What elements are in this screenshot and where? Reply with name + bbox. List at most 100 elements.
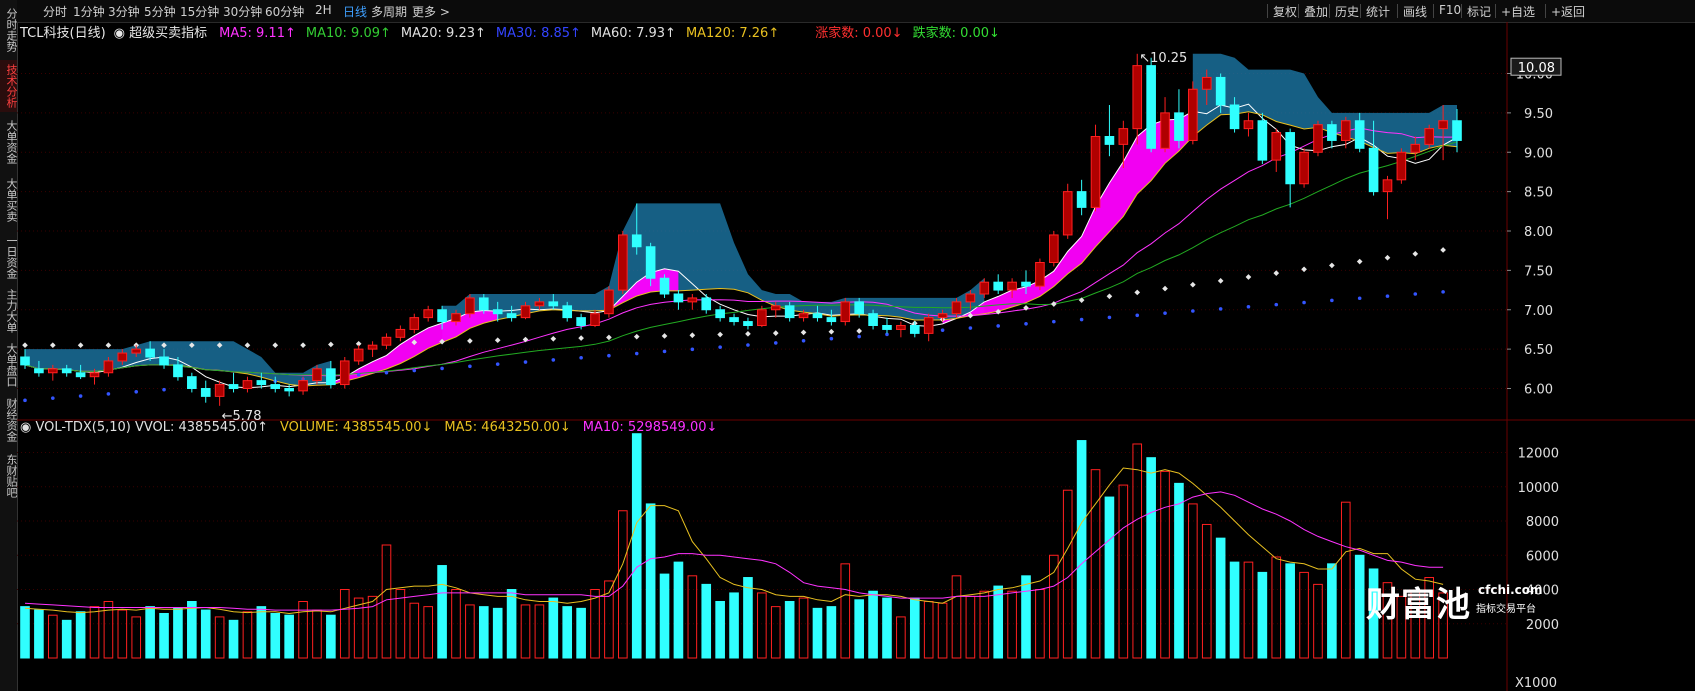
candle-body bbox=[1382, 179, 1393, 193]
support-dot-white bbox=[494, 337, 501, 344]
tool-1[interactable]: 叠加 bbox=[1304, 3, 1328, 20]
volume-legend: ◉ VOL-TDX(5,10) VVOL: 4385545.00↑ VOLUME:… bbox=[20, 420, 729, 435]
support-dot-white bbox=[550, 335, 557, 342]
vol-tick-label: 8000 bbox=[1526, 515, 1559, 530]
candle-body bbox=[1021, 281, 1031, 287]
volume-bar bbox=[506, 589, 517, 659]
period-8[interactable]: 日线 bbox=[343, 3, 367, 20]
candle-body bbox=[701, 297, 712, 311]
volume-bar bbox=[882, 597, 892, 659]
volume-bar bbox=[145, 606, 155, 659]
vol-legend-item-0: ◉ VOL-TDX(5,10) VVOL: 4385545.00↑ bbox=[20, 420, 268, 435]
support-dot-blue bbox=[1163, 311, 1167, 315]
support-dot-blue bbox=[523, 360, 528, 364]
legend-item-7: 跌家数: 0.00↓ bbox=[912, 26, 1000, 41]
period-5[interactable]: 30分钟 bbox=[223, 3, 262, 20]
tool-2[interactable]: 历史 bbox=[1335, 3, 1359, 20]
tool-5[interactable]: F10 bbox=[1439, 3, 1461, 17]
period-3[interactable]: 5分钟 bbox=[144, 3, 176, 20]
support-dot-blue bbox=[440, 366, 444, 371]
candle-body bbox=[1299, 151, 1309, 185]
support-dot-blue bbox=[607, 353, 611, 358]
period-1[interactable]: 1分钟 bbox=[73, 3, 105, 20]
main-legend: TCL科技(日线) ◉ 超级买卖指标 MA5: 9.11↑ MA10: 9.09↑ MA… bbox=[20, 22, 1010, 41]
volume-bar bbox=[951, 575, 962, 659]
support-dot-white bbox=[689, 332, 696, 339]
support-dot-white bbox=[1245, 274, 1252, 280]
tool-8[interactable]: +返回 bbox=[1551, 3, 1585, 20]
support-dot-blue bbox=[718, 345, 722, 349]
period-7[interactable]: 2H bbox=[315, 3, 332, 17]
volume-bar bbox=[1035, 589, 1045, 659]
price-tick-label: 7.50 bbox=[1524, 264, 1553, 279]
support-dot-blue bbox=[857, 334, 861, 339]
candle-body bbox=[492, 309, 503, 315]
candle-body bbox=[159, 356, 169, 366]
tool-3[interactable]: 统计 bbox=[1366, 3, 1390, 20]
left-tab-0[interactable]: 分时走势 bbox=[0, 4, 18, 56]
candle-body bbox=[659, 277, 670, 295]
candle-body bbox=[1229, 104, 1240, 130]
support-dot-white bbox=[1162, 285, 1168, 292]
support-dot-blue bbox=[1135, 313, 1140, 318]
candle-body bbox=[339, 360, 350, 386]
period-10[interactable]: 更多 > bbox=[412, 3, 450, 20]
volume-bar bbox=[1021, 575, 1031, 659]
left-tab-4[interactable]: 一日资金 bbox=[0, 232, 18, 282]
volume-bar bbox=[326, 614, 336, 659]
ma20-line bbox=[24, 127, 1457, 377]
vol-legend-item-2: MA5: 4643250.00↓ bbox=[444, 420, 571, 435]
candle-body bbox=[1257, 120, 1268, 161]
left-tab-1[interactable]: 技术分析 bbox=[0, 60, 18, 112]
volume-bar bbox=[1090, 469, 1101, 659]
candle-body bbox=[20, 356, 30, 366]
support-dot-white bbox=[1106, 293, 1113, 300]
volume-bar bbox=[937, 602, 948, 659]
candle-body bbox=[770, 305, 781, 311]
volume-bar bbox=[20, 606, 30, 659]
tool-6[interactable]: 标记 bbox=[1467, 3, 1491, 20]
left-tab-6[interactable]: 大单盘口 bbox=[0, 340, 18, 390]
left-tab-3[interactable]: 大单买卖 bbox=[0, 172, 18, 228]
candle-body bbox=[256, 380, 267, 386]
support-dot-blue bbox=[1385, 294, 1390, 298]
period-4[interactable]: 15分钟 bbox=[180, 3, 219, 20]
candle-body bbox=[548, 301, 559, 307]
candle-body bbox=[437, 309, 447, 323]
tool-separator bbox=[1267, 4, 1268, 18]
tool-7[interactable]: +自选 bbox=[1501, 3, 1535, 20]
volume-bar bbox=[1188, 503, 1198, 659]
volume-bar bbox=[312, 609, 322, 659]
candle-body bbox=[423, 309, 433, 319]
left-tab-5[interactable]: 主力大单 bbox=[0, 286, 18, 336]
support-dot-blue bbox=[134, 390, 139, 394]
candle-body bbox=[61, 368, 72, 374]
left-tab-2[interactable]: 大单资金 bbox=[0, 116, 18, 168]
indicator-name[interactable]: ◉ 超级买卖指标 bbox=[114, 26, 207, 41]
support-dot-white bbox=[105, 342, 112, 349]
support-dot-white bbox=[272, 342, 279, 349]
support-dot-blue bbox=[1413, 292, 1418, 296]
period-9[interactable]: 多周期 bbox=[371, 3, 407, 20]
period-6[interactable]: 60分钟 bbox=[265, 3, 304, 20]
support-dot-white bbox=[467, 338, 473, 344]
support-dot-blue bbox=[690, 347, 695, 352]
tool-separator bbox=[1545, 4, 1546, 18]
support-dot-white bbox=[661, 333, 668, 339]
volume-bar bbox=[173, 607, 183, 659]
left-tab-7[interactable]: 财经资金 bbox=[0, 394, 18, 446]
signal-cloud bbox=[1192, 53, 1457, 154]
left-tab-8[interactable]: 东财贴吧 bbox=[0, 450, 18, 502]
candle-body bbox=[882, 325, 892, 330]
volume-bar bbox=[1160, 470, 1170, 659]
chart-title: TCL科技(日线) bbox=[20, 26, 106, 41]
left-side-tabs: 分时走势技术分析大单资金大单买卖一日资金主力大单大单盘口财经资金东财贴吧 bbox=[0, 0, 18, 691]
watermark-sub: 指标交易平台 bbox=[1476, 604, 1536, 615]
tool-0[interactable]: 复权 bbox=[1273, 3, 1297, 20]
period-0[interactable]: 分时 bbox=[43, 3, 67, 20]
volume-bar bbox=[715, 601, 725, 659]
watermark-domain: cfchi.com bbox=[1478, 583, 1543, 597]
support-dot-white bbox=[1190, 281, 1196, 288]
period-2[interactable]: 3分钟 bbox=[108, 3, 140, 20]
tool-4[interactable]: 画线 bbox=[1403, 3, 1427, 20]
